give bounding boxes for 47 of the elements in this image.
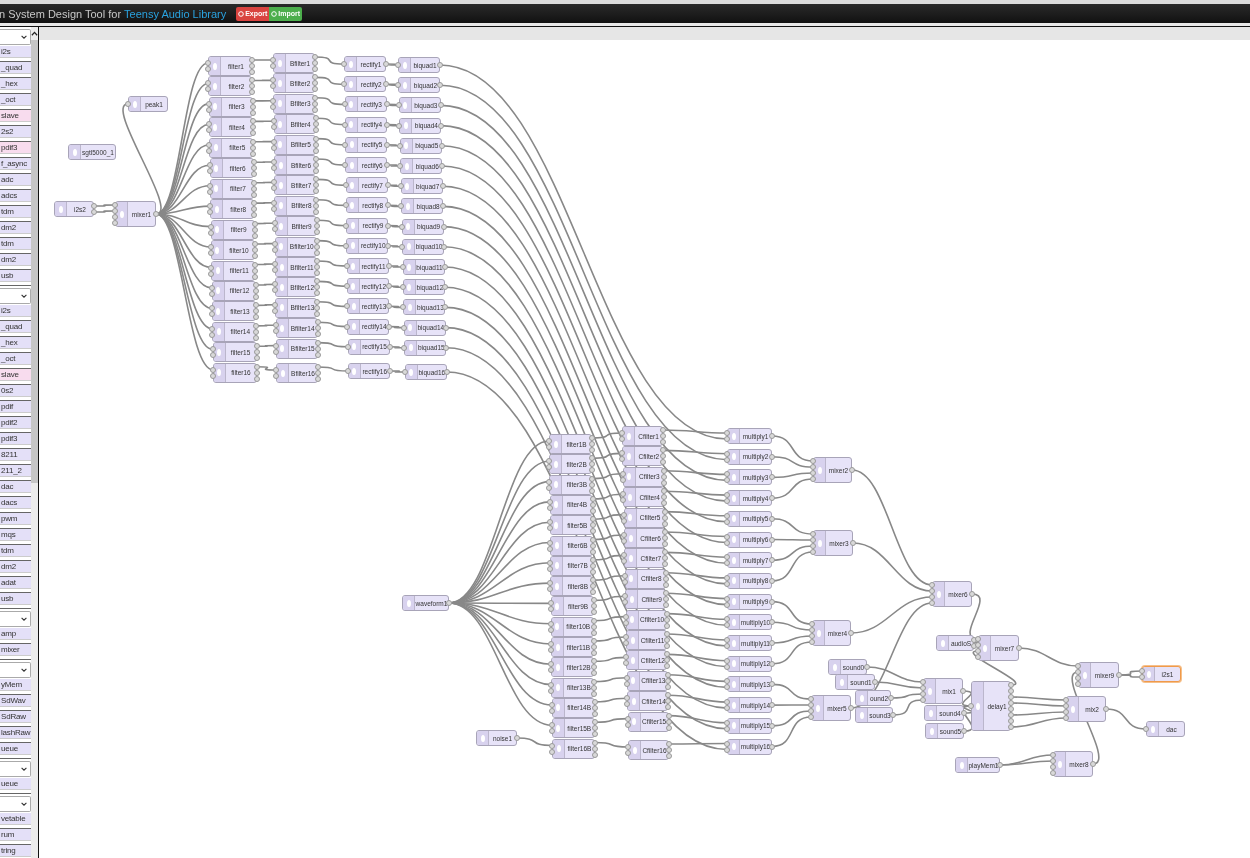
palette-node[interactable]: yMem bbox=[0, 679, 31, 691]
palette-node[interactable]: usb bbox=[0, 593, 31, 605]
palette-node[interactable]: tdm bbox=[0, 238, 31, 250]
palette-node[interactable]: i2s bbox=[0, 46, 31, 58]
app-title: n System Design Tool for bbox=[0, 7, 122, 20]
palette-node[interactable]: slave bbox=[0, 110, 31, 122]
palette-node[interactable]: f_async bbox=[0, 158, 31, 170]
palette-node[interactable]: _oct bbox=[0, 94, 31, 106]
palette-node[interactable]: _oct bbox=[0, 353, 31, 365]
palette-node[interactable]: mqs bbox=[0, 529, 31, 541]
palette-node[interactable]: dm2 bbox=[0, 561, 31, 573]
palette-node[interactable]: _quad bbox=[0, 62, 31, 74]
palette-node[interactable]: lashRaw bbox=[0, 727, 31, 739]
palette-node[interactable]: tdm bbox=[0, 206, 31, 218]
palette-node[interactable]: 211_2 bbox=[0, 465, 31, 477]
palette-node[interactable]: ueue bbox=[0, 743, 31, 755]
palette-node[interactable]: SdWav bbox=[0, 695, 31, 707]
palette-node[interactable]: dacs bbox=[0, 497, 31, 509]
palette-node[interactable]: tdm bbox=[0, 545, 31, 557]
library-link[interactable]: Teensy Audio Library bbox=[124, 7, 227, 20]
palette-node[interactable]: 2s2 bbox=[0, 126, 31, 138]
palette-node[interactable]: pwm bbox=[0, 513, 31, 525]
palette-node[interactable]: tring bbox=[0, 845, 31, 857]
palette-node[interactable]: dac bbox=[0, 481, 31, 493]
palette-node[interactable]: mixer bbox=[0, 644, 31, 656]
palette-node[interactable]: _hex bbox=[0, 337, 31, 349]
palette-node[interactable]: rum bbox=[0, 829, 31, 841]
palette-node[interactable]: dm2 bbox=[0, 254, 31, 266]
palette-node[interactable]: dm2 bbox=[0, 222, 31, 234]
palette-node[interactable]: i2s bbox=[0, 305, 31, 317]
palette-node[interactable]: vetable bbox=[0, 813, 31, 825]
palette-node[interactable]: slave bbox=[0, 369, 31, 381]
palette-node[interactable]: pdif2 bbox=[0, 417, 31, 429]
palette-node[interactable]: _hex bbox=[0, 78, 31, 90]
palette-node[interactable]: pdif bbox=[0, 401, 31, 413]
palette-node[interactable]: SdRaw bbox=[0, 711, 31, 723]
palette-node[interactable]: pdif3 bbox=[0, 142, 31, 154]
palette-node[interactable]: adat bbox=[0, 577, 31, 589]
palette-node[interactable]: amp bbox=[0, 628, 31, 640]
palette-node[interactable]: 0s2 bbox=[0, 385, 31, 397]
palette-node[interactable]: 8211 bbox=[0, 449, 31, 461]
palette-node[interactable]: _quad bbox=[0, 321, 31, 333]
palette-node[interactable]: usb bbox=[0, 270, 31, 282]
palette-node[interactable]: ueue bbox=[0, 778, 31, 790]
palette-node[interactable]: pdif3 bbox=[0, 433, 31, 445]
palette-node[interactable]: adc bbox=[0, 174, 31, 186]
palette-node[interactable]: adcs bbox=[0, 190, 31, 202]
